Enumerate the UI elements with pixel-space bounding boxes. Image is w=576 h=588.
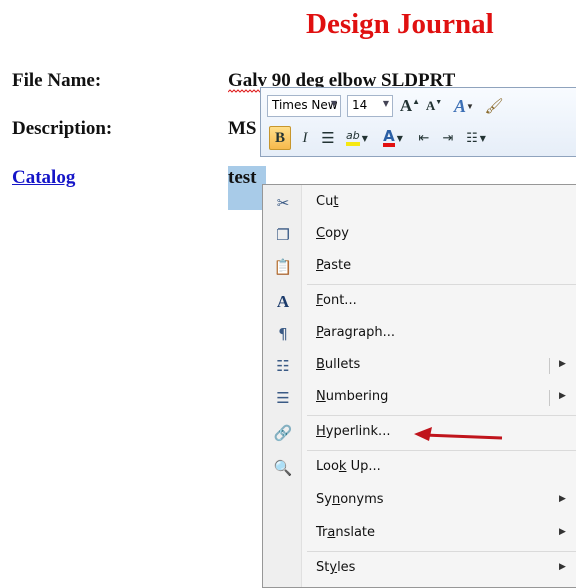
chevron-down-icon: ▼	[382, 99, 389, 108]
menu-item-paragraph[interactable]: ¶ Paragraph...	[263, 318, 576, 350]
paste-icon: 📋	[273, 258, 293, 276]
menu-item-label: onyms	[340, 492, 384, 507]
chevron-right-icon[interactable]: ▶	[559, 391, 566, 401]
font-name-value: Times New	[272, 98, 338, 112]
description-value[interactable]: MS	[228, 118, 257, 140]
hyperlink-icon: 🔗	[273, 424, 293, 442]
menu-item-copy[interactable]: ❐ Copy	[263, 219, 576, 251]
context-menu: ✂ Cut ❐ Copy 📋 Paste A Font... ¶ Paragra…	[262, 184, 576, 588]
menu-item-accesskey: B	[316, 357, 325, 372]
menu-separator	[307, 284, 576, 285]
align-center-icon: ☰	[321, 129, 335, 147]
lookup-icon: 🔍	[273, 459, 293, 477]
menu-item-label: umbering	[325, 389, 389, 404]
bullets-button[interactable]: ☷ ▼	[461, 126, 491, 150]
chevron-down-icon: ▼	[330, 99, 337, 108]
menu-item-synonyms[interactable]: Synonyms ▶	[263, 485, 576, 517]
menu-item-label: les	[337, 560, 356, 575]
font-color-button[interactable]: A ▼	[377, 126, 409, 150]
chevron-right-icon: ▶	[559, 527, 566, 537]
catalog-value[interactable]: test	[228, 167, 256, 189]
chevron-right-icon[interactable]: ▶	[559, 359, 566, 369]
decrease-indent-button[interactable]: ⇤	[413, 126, 435, 150]
menu-item-label: Sy	[316, 492, 332, 507]
decrease-indent-icon: ⇤	[418, 130, 430, 146]
menu-item-label: yperlink...	[325, 424, 391, 439]
scissors-icon: ✂	[276, 194, 290, 212]
highlight-icon: ab	[346, 130, 360, 146]
catalog-link[interactable]: Catalog	[12, 167, 75, 189]
chevron-right-icon: ▶	[559, 562, 566, 572]
menu-item-label: Tr	[316, 525, 328, 540]
menu-item-label: Up...	[346, 459, 381, 474]
menu-item-label: ullets	[324, 357, 361, 372]
italic-button[interactable]: I	[295, 126, 315, 150]
font-color-icon: A	[383, 127, 395, 147]
paragraph-icon: ¶	[278, 325, 288, 343]
mini-toolbar: Times New ▼ 14 ▼ A ▲ A ▼ A ▼ 🖌 B I ☰ ab ▼ A ▼…	[260, 87, 576, 157]
menu-item-accesskey: C	[316, 226, 326, 241]
menu-separator	[307, 450, 576, 451]
menu-item-paste[interactable]: 📋 Paste	[263, 251, 576, 283]
center-align-button[interactable]: ☰	[317, 126, 339, 150]
bullet-list-icon: ☷	[466, 130, 478, 146]
file-name-label: File Name:	[12, 70, 102, 91]
numbering-icon: ☰	[276, 389, 290, 407]
font-icon: A	[276, 292, 290, 311]
annotation-arrow-icon	[414, 427, 503, 441]
font-size-value: 14	[352, 98, 368, 112]
chevron-right-icon: ▶	[559, 494, 566, 504]
menu-item-accesskey: n	[331, 492, 341, 507]
menu-separator	[307, 415, 576, 416]
menu-item-translate[interactable]: Translate ▶	[263, 518, 576, 550]
shrink-font-icon: A	[425, 98, 436, 113]
font-name-combo[interactable]: Times New ▼	[267, 95, 341, 117]
increase-indent-button[interactable]: ⇥	[437, 126, 459, 150]
page-title: Design Journal	[306, 8, 494, 40]
spellcheck-underline	[228, 89, 262, 93]
menu-item-label: aragraph...	[323, 325, 395, 340]
split-divider	[549, 390, 550, 406]
menu-item-label: Cu	[316, 194, 334, 209]
format-painter-button[interactable]: 🖌	[483, 94, 505, 118]
shrink-font-button[interactable]: A ▼	[423, 94, 445, 118]
menu-separator	[307, 551, 576, 552]
menu-item-label: Loo	[316, 459, 339, 474]
menu-item-accesskey: N	[316, 389, 326, 404]
menu-item-label: St	[316, 560, 330, 575]
menu-item-accesskey: y	[329, 560, 338, 575]
font-size-combo[interactable]: 14 ▼	[347, 95, 393, 117]
grow-font-button[interactable]: A ▲	[399, 94, 421, 118]
menu-item-label: aste	[323, 258, 352, 273]
italic-icon: I	[302, 129, 308, 146]
split-divider	[549, 358, 550, 374]
menu-item-label: opy	[325, 226, 349, 241]
menu-item-label: ont...	[323, 293, 357, 308]
menu-item-accesskey: F	[316, 293, 324, 308]
styles-button[interactable]: A ▼	[449, 94, 479, 118]
increase-indent-icon: ⇥	[442, 130, 454, 146]
bullets-icon: ☷	[276, 357, 290, 375]
menu-item-styles[interactable]: Styles ▶	[263, 553, 576, 585]
paintbrush-icon: 🖌	[484, 97, 504, 115]
copy-icon: ❐	[276, 226, 290, 244]
menu-item-bullets[interactable]: ☷ Bullets ▶	[263, 350, 576, 382]
bold-button[interactable]: B	[269, 126, 291, 150]
menu-item-look-up[interactable]: 🔍 Look Up...	[263, 452, 576, 484]
menu-item-label: nslate	[335, 525, 376, 540]
styles-icon: A	[454, 95, 467, 116]
highlight-button[interactable]: ab ▼	[341, 126, 373, 150]
menu-item-numbering[interactable]: ☰ Numbering ▶	[263, 382, 576, 414]
menu-item-accesskey: t	[333, 194, 339, 209]
menu-item-accesskey: H	[316, 424, 326, 439]
description-label: Description:	[12, 118, 113, 139]
menu-item-cut[interactable]: ✂ Cut	[263, 187, 576, 219]
menu-item-font[interactable]: A Font...	[263, 286, 576, 318]
grow-font-icon: A	[399, 96, 413, 115]
bold-icon: B	[274, 129, 285, 146]
